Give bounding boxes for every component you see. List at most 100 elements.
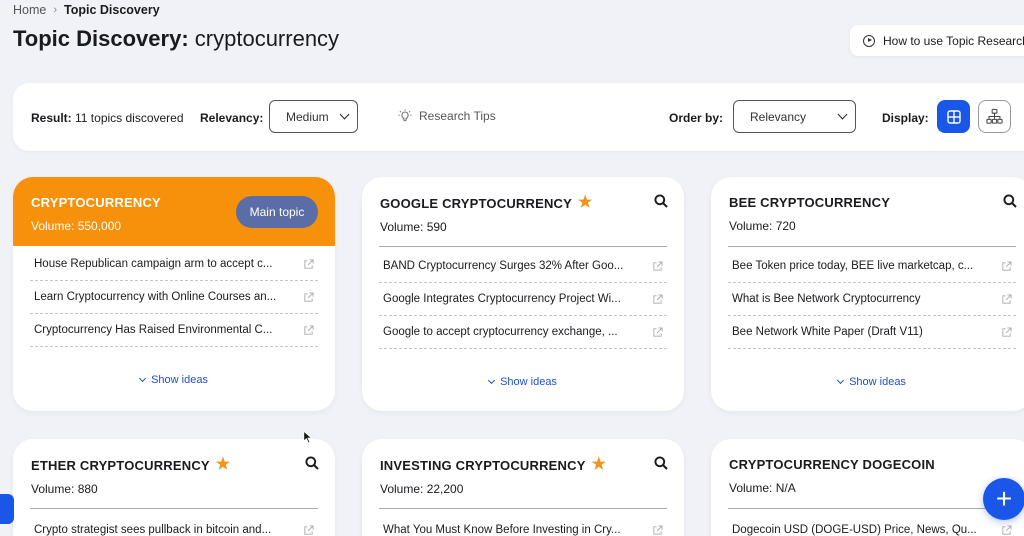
play-circle-icon [863,34,875,47]
card-title: BEE CRYPTOCURRENCY [729,195,891,210]
card-header: CRYPTOCURRENCY Volume: 550,000 Main topi… [13,177,335,246]
chevron-down-icon [837,109,848,120]
relevancy-label: Relevancy: [200,111,264,125]
star-icon: ★ [578,194,593,211]
breadcrumb-home-link[interactable]: Home [13,3,46,17]
idea-list: House Republican campaign arm to accept … [13,248,335,347]
topic-card-cryptocurrency[interactable]: CRYPTOCURRENCY Volume: 550,000 Main topi… [13,177,335,411]
show-ideas-link[interactable]: Show ideas [711,376,1024,388]
order-by-select[interactable]: Relevancy [733,100,856,133]
page-title-keyword: cryptocurrency [194,26,340,51]
external-link-icon[interactable] [652,260,663,272]
external-link-icon[interactable] [303,324,314,336]
card-header: CRYPTOCURRENCY DOGECOIN Volume: N/A [711,439,1024,508]
idea-item[interactable]: What is Bee Network Cryptocurrency [728,283,1016,316]
chevron-down-icon [139,374,147,383]
topic-card-investing-cryptocurrency[interactable]: INVESTING CRYPTOCURRENCY ★ Volume: 22,200… [362,439,684,536]
result-value: 11 topics discovered [75,111,184,125]
order-by-select-value: Relevancy [750,109,807,124]
external-link-icon[interactable] [652,326,663,338]
external-link-icon[interactable] [303,258,314,270]
external-link-icon[interactable] [303,524,314,536]
relevancy-select-value: Medium [286,109,329,124]
topic-card-google-cryptocurrency[interactable]: GOOGLE CRYPTOCURRENCY ★ Volume: 590 BAND … [362,177,684,411]
topic-card-cryptocurrency-dogecoin[interactable]: CRYPTOCURRENCY DOGECOIN Volume: N/A Doge… [711,439,1024,536]
idea-list: Crypto strategist sees pullback in bitco… [13,514,335,536]
card-volume: Volume: 590 [380,220,447,234]
page-title: Topic Discovery: cryptocurrency [13,26,339,52]
hierarchy-icon [986,108,1003,124]
idea-item[interactable]: Learn Cryptocurrency with Online Courses… [30,281,318,314]
idea-item[interactable]: Google Integrates Cryptocurrency Project… [379,283,667,316]
card-header: ETHER CRYPTOCURRENCY ★ Volume: 880 [13,439,335,508]
grid-icon [946,109,961,124]
relevancy-select[interactable]: Medium [269,100,358,133]
card-volume: Volume: 880 [31,482,98,496]
research-tips-link[interactable]: Research Tips [398,109,496,123]
card-divider [379,246,667,247]
idea-item[interactable]: Crypto strategist sees pullback in bitco… [30,514,318,536]
card-volume: Volume: 720 [729,219,796,233]
tree-view-button[interactable] [978,100,1011,133]
show-ideas-link[interactable]: Show ideas [13,374,335,386]
idea-list: Bee Token price today, BEE live marketca… [711,250,1024,349]
breadcrumb-separator: › [53,4,58,16]
external-link-icon[interactable] [1001,293,1012,305]
breadcrumb: Home › Topic Discovery [13,3,160,17]
idea-list: BAND Cryptocurrency Surges 32% After Goo… [362,250,684,349]
search-icon[interactable] [654,456,668,470]
card-divider [379,508,667,509]
chevron-down-icon [837,376,845,385]
how-to-label: How to use Topic Research [883,33,1024,48]
idea-item[interactable]: Dogecoin USD (DOGE-USD) Price, News, Qu.… [728,514,1016,536]
breadcrumb-current: Topic Discovery [64,3,160,17]
card-title: INVESTING CRYPTOCURRENCY ★ [380,456,607,473]
card-volume: Volume: N/A [729,481,796,495]
external-link-icon[interactable] [1001,326,1012,338]
order-by-label: Order by: [669,111,724,125]
card-divider [30,508,318,509]
idea-item[interactable]: Google to accept cryptocurrency exchange… [379,316,667,349]
card-title: ETHER CRYPTOCURRENCY ★ [31,456,231,473]
page-title-prefix: Topic Discovery: [13,26,189,51]
card-divider [728,508,1016,509]
external-link-icon[interactable] [1001,524,1012,536]
show-ideas-link[interactable]: Show ideas [362,376,684,388]
add-fab-button[interactable]: + [983,478,1024,520]
idea-item[interactable]: House Republican campaign arm to accept … [30,248,318,281]
external-link-icon[interactable] [652,524,663,536]
idea-item[interactable]: BAND Cryptocurrency Surges 32% After Goo… [379,250,667,283]
star-icon: ★ [591,456,607,473]
filter-toolbar: Result: 11 topics discovered Relevancy: … [13,83,1024,151]
idea-item[interactable]: Cryptocurrency Has Raised Environmental … [30,314,318,347]
idea-list: Dogecoin USD (DOGE-USD) Price, News, Qu.… [711,514,1024,536]
idea-item[interactable]: Bee Network White Paper (Draft V11) [728,316,1016,349]
search-icon[interactable] [1003,194,1017,208]
topic-card-ether-cryptocurrency[interactable]: ETHER CRYPTOCURRENCY ★ Volume: 880 Crypto… [13,439,335,536]
mouse-cursor-icon [303,430,313,444]
card-volume: Volume: 22,200 [380,482,464,496]
search-icon[interactable] [305,456,319,470]
display-label: Display: [882,111,929,125]
external-link-icon[interactable] [652,293,663,305]
card-header: INVESTING CRYPTOCURRENCY ★ Volume: 22,200 [362,439,684,508]
lightbulb-icon [398,109,412,122]
card-header: GOOGLE CRYPTOCURRENCY ★ Volume: 590 [362,177,684,246]
grid-view-button[interactable] [937,100,970,133]
research-tips-label: Research Tips [419,109,496,123]
result-summary: Result: 11 topics discovered [31,111,184,125]
external-link-icon[interactable] [303,291,314,303]
result-label: Result: [31,111,72,125]
search-icon[interactable] [654,194,668,208]
idea-item[interactable]: What You Must Know Before Investing in C… [379,514,667,536]
chevron-down-icon [488,376,496,385]
star-icon: ★ [215,456,231,473]
card-title: GOOGLE CRYPTOCURRENCY ★ [380,194,593,211]
how-to-button[interactable]: How to use Topic Research [850,25,1024,56]
external-link-icon[interactable] [1001,260,1012,272]
topic-card-bee-cryptocurrency[interactable]: BEE CRYPTOCURRENCY Volume: 720 Bee Token… [711,177,1024,411]
idea-item[interactable]: Bee Token price today, BEE live marketca… [728,250,1016,283]
idea-list: What You Must Know Before Investing in C… [362,514,684,536]
side-panel-tab[interactable] [0,494,14,524]
card-divider [728,246,1016,247]
